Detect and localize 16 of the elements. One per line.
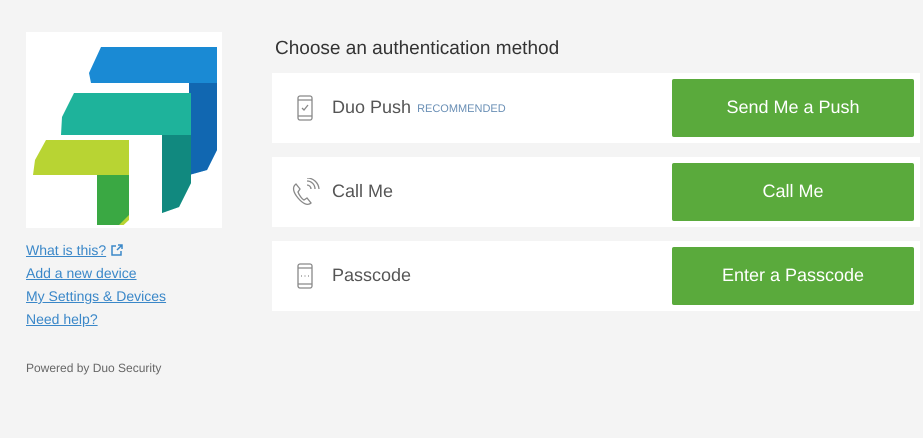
phone-dots-icon	[297, 262, 313, 288]
sidebar-link[interactable]: My Settings & Devices	[26, 288, 166, 304]
recommended-label: RECOMMENDED	[417, 102, 506, 117]
section-heading: Choose an authentication method	[275, 37, 560, 61]
method-label: Call Me	[332, 180, 394, 203]
phone-check-icon	[297, 94, 313, 120]
method-button[interactable]: Enter a Passcode	[672, 246, 914, 304]
method-button[interactable]: Send Me a Push	[672, 78, 914, 136]
sidebar-link[interactable]: What is this?	[26, 242, 106, 258]
method-button[interactable]: Call Me	[672, 162, 914, 220]
sidebar-link[interactable]: Add a new device	[26, 265, 137, 281]
phone-call-icon	[290, 178, 320, 206]
method-label: Passcode	[332, 264, 412, 287]
method-label: Duo Push	[332, 96, 412, 119]
powered-by-text: Powered by Duo Security	[26, 360, 162, 377]
sidebar-link[interactable]: Need help?	[26, 311, 98, 327]
